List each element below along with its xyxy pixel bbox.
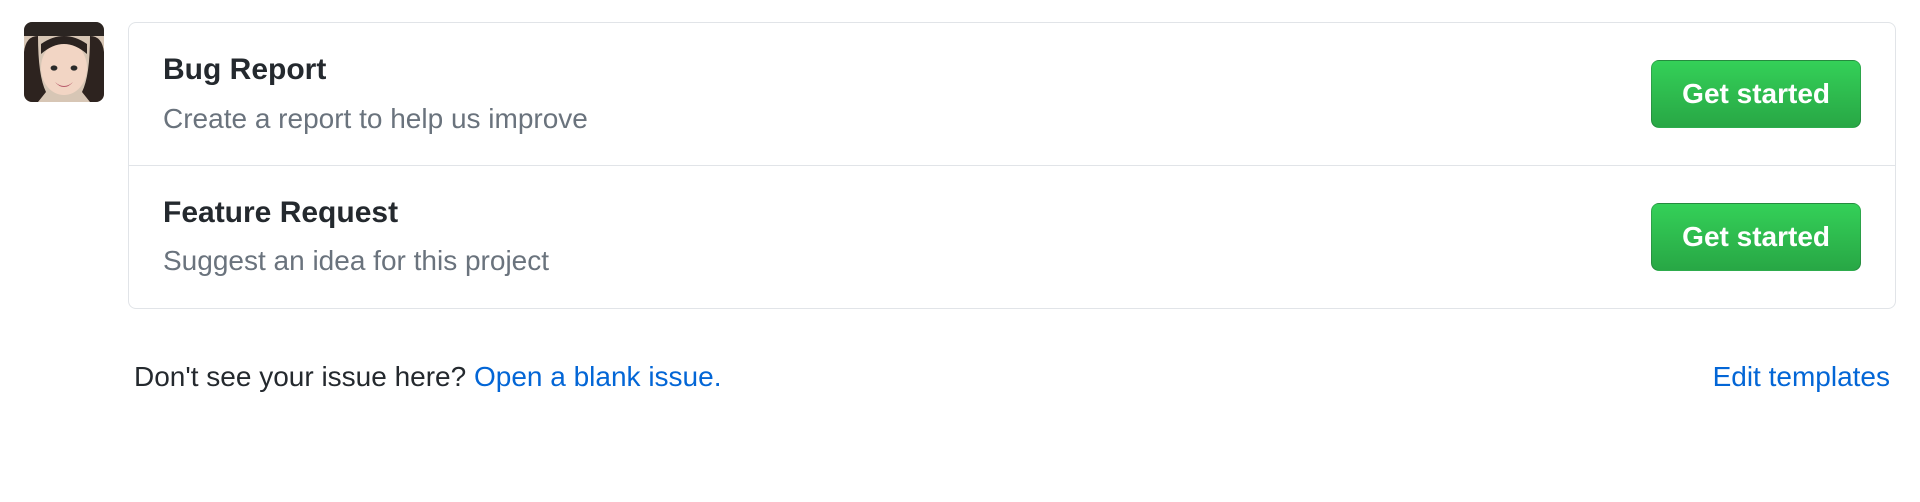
template-text: Bug Report Create a report to help us im… bbox=[163, 51, 588, 137]
get-started-button[interactable]: Get started bbox=[1651, 60, 1861, 128]
template-description: Create a report to help us improve bbox=[163, 101, 588, 137]
user-avatar[interactable] bbox=[24, 22, 104, 102]
template-feature-request: Feature Request Suggest an idea for this… bbox=[129, 165, 1895, 308]
footer-prompt-wrapper: Don't see your issue here? Open a blank … bbox=[134, 357, 721, 396]
open-blank-issue-link[interactable]: Open a blank issue. bbox=[474, 361, 722, 392]
template-description: Suggest an idea for this project bbox=[163, 243, 549, 279]
template-bug-report: Bug Report Create a report to help us im… bbox=[129, 23, 1895, 165]
footer-prompt-text: Don't see your issue here? bbox=[134, 361, 474, 392]
footer-row: Don't see your issue here? Open a blank … bbox=[128, 357, 1896, 396]
issue-template-list: Bug Report Create a report to help us im… bbox=[128, 22, 1896, 309]
edit-templates-link[interactable]: Edit templates bbox=[1713, 357, 1890, 396]
content-column: Bug Report Create a report to help us im… bbox=[128, 22, 1896, 396]
issue-template-chooser: Bug Report Create a report to help us im… bbox=[24, 22, 1896, 396]
get-started-button[interactable]: Get started bbox=[1651, 203, 1861, 271]
template-text: Feature Request Suggest an idea for this… bbox=[163, 194, 549, 280]
template-title: Bug Report bbox=[163, 51, 588, 89]
template-title: Feature Request bbox=[163, 194, 549, 232]
avatar-image bbox=[24, 22, 104, 102]
